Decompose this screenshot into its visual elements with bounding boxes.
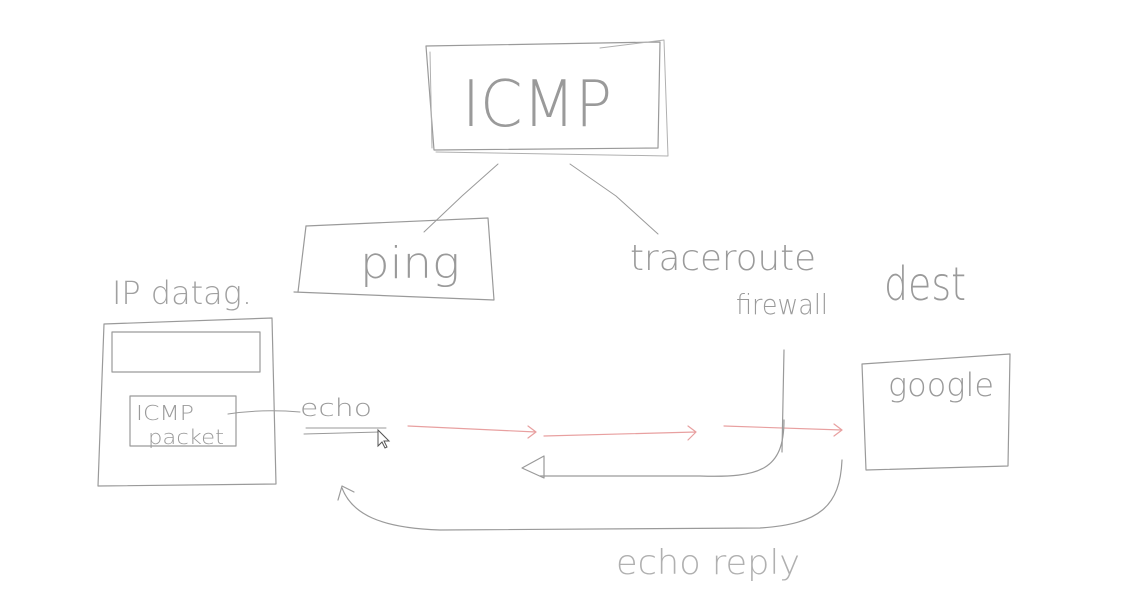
icmp-label: ICMP <box>462 68 612 142</box>
ip-header-field <box>111 331 261 373</box>
echo-underline <box>303 427 387 435</box>
icmp-packet-label-line2: packet <box>148 425 224 449</box>
echo-label: echo <box>300 394 372 422</box>
ping-box: ping <box>293 217 495 301</box>
google-label: google <box>888 366 994 404</box>
icmp-box: ICMP <box>425 39 669 157</box>
icmp-packet-label-line1: ICMP <box>136 401 194 425</box>
echo-reply-arrow <box>337 459 843 531</box>
firewall-label: firewall <box>736 288 828 321</box>
google-box: google <box>861 353 1011 471</box>
firewall-return-arrow <box>521 419 785 479</box>
ip-datagram-label: IP datag. <box>112 274 252 312</box>
packet-to-echo-line <box>227 410 301 415</box>
icmp-to-ping-line <box>423 163 499 233</box>
whiteboard-canvas[interactable]: ICMP ping traceroute IP datag. ICMP pack… <box>0 0 1141 606</box>
dest-label: dest <box>884 257 966 311</box>
mouse-pointer-icon <box>377 428 391 449</box>
echo-request-arrow <box>407 423 843 441</box>
ping-label: ping <box>360 238 460 289</box>
icmp-to-traceroute-line <box>569 163 659 235</box>
ip-datagram-box: ICMP packet <box>97 317 277 487</box>
echo-reply-label: echo reply <box>616 543 800 583</box>
traceroute-label: traceroute <box>630 238 816 279</box>
